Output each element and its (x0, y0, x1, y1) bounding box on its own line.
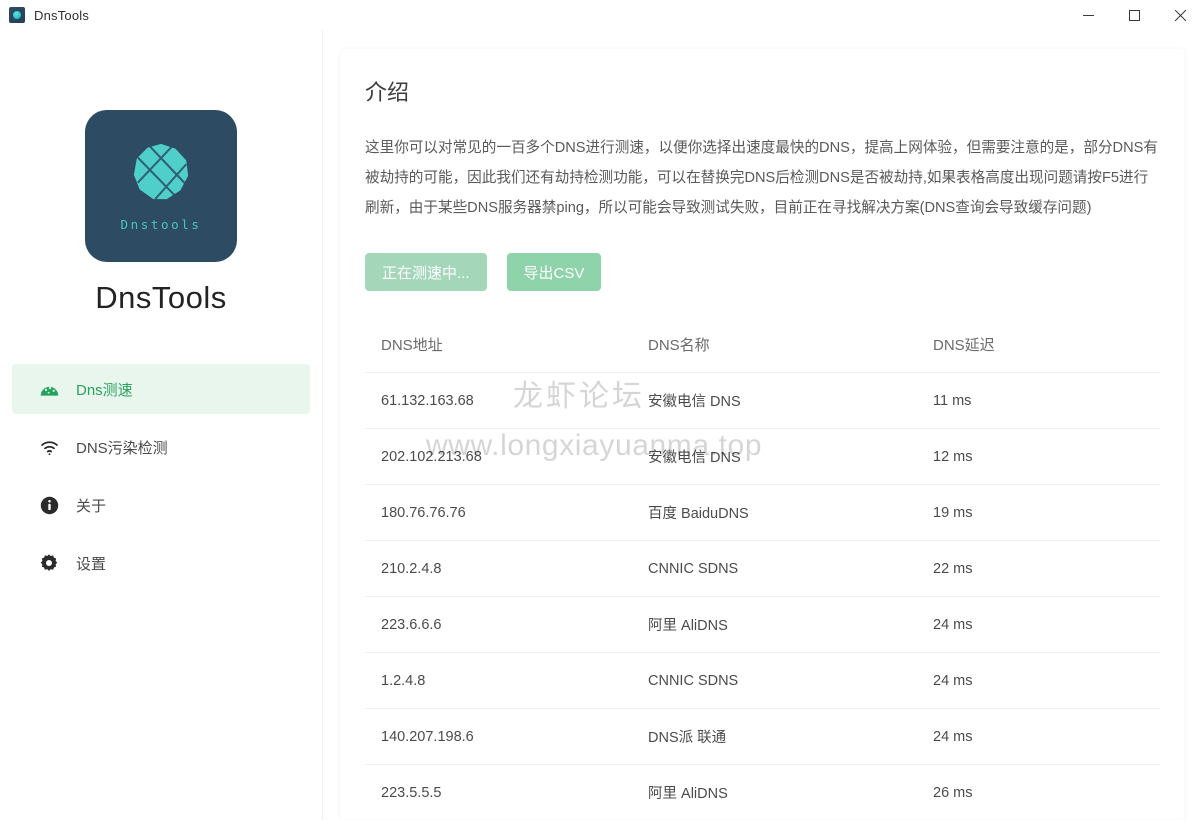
export-csv-button[interactable]: 导出CSV (506, 253, 602, 291)
table-row[interactable]: 202.102.213.68 安徽电信 DNS 12 ms (365, 429, 1160, 485)
cell-name: 百度 BaiduDNS (648, 506, 749, 522)
cell-address: 223.5.5.5 (381, 784, 442, 801)
brand-name: DnsTools (95, 280, 227, 315)
cell-latency: 22 ms (933, 560, 973, 577)
window-title: DnsTools (34, 7, 90, 23)
brand-block: Dnstools DnsTools (0, 110, 322, 316)
table-row[interactable]: 140.207.198.6 DNS派 联通 24 ms (365, 709, 1160, 765)
cell-name: 安徽电信 DNS (648, 394, 741, 410)
cell-name: 安徽电信 DNS (648, 450, 741, 466)
cell-name: DNS派 联通 (648, 730, 727, 746)
speedtest-status-button[interactable]: 正在测速中... (365, 253, 487, 291)
logo-caption: Dnstools (120, 216, 202, 232)
close-icon[interactable] (1157, 0, 1203, 30)
minimize-icon[interactable] (1065, 0, 1111, 30)
dns-results-table: DNS地址 DNS名称 DNS延迟 61.132.163.68 安徽电信 DNS… (365, 317, 1160, 820)
gear-icon (38, 552, 60, 574)
cell-address: 1.2.4.8 (381, 672, 426, 689)
cell-latency: 24 ms (933, 672, 973, 689)
cell-address: 61.132.163.68 (381, 392, 474, 409)
cell-latency: 12 ms (933, 448, 973, 465)
cell-name: 阿里 AliDNS (648, 618, 728, 634)
main-content: 介绍 这里你可以对常见的一百多个DNS进行测速，以便你选择出速度最快的DNS，提… (323, 30, 1203, 820)
cell-address: 140.207.198.6 (381, 728, 474, 745)
sidebar-item-dns-pollution-check[interactable]: DNS污染检测 (12, 422, 310, 472)
sidebar-item-label: 关于 (76, 497, 107, 515)
info-icon (38, 494, 60, 516)
action-button-row: 正在测速中... 导出CSV (365, 253, 1160, 291)
cell-latency: 24 ms (933, 616, 973, 633)
table-row[interactable]: 223.5.5.5 阿里 AliDNS 26 ms (365, 765, 1160, 820)
app-logo-icon (9, 7, 25, 23)
dns-globe-icon (133, 143, 189, 200)
speedometer-icon (38, 378, 60, 400)
sidebar-item-label: 设置 (76, 555, 107, 573)
table-row[interactable]: 61.132.163.68 安徽电信 DNS 11 ms (365, 373, 1160, 429)
cell-name: 阿里 AliDNS (648, 786, 728, 802)
app-logo-large: Dnstools (85, 110, 237, 262)
app-shell: Dnstools DnsTools Dns测速 DNS污染检测 关于 设置 介绍… (0, 30, 1203, 820)
cell-latency: 26 ms (933, 784, 973, 801)
wifi-icon (38, 436, 60, 458)
title-bar: DnsTools (0, 0, 1203, 30)
cell-latency: 24 ms (933, 728, 973, 745)
sidebar: Dnstools DnsTools Dns测速 DNS污染检测 关于 设置 (0, 30, 323, 820)
cell-latency: 19 ms (933, 504, 973, 521)
cell-name: CNNIC SDNS (648, 672, 739, 689)
maximize-icon[interactable] (1111, 0, 1157, 30)
page-title: 介绍 (365, 80, 410, 105)
intro-paragraph: 这里你可以对常见的一百多个DNS进行测速，以便你选择出速度最快的DNS，提高上网… (365, 140, 1158, 216)
cell-address: 223.6.6.6 (381, 616, 442, 633)
sidebar-item-about[interactable]: 关于 (12, 480, 310, 530)
sidebar-item-label: Dns测速 (76, 381, 133, 399)
cell-address: 210.2.4.8 (381, 560, 442, 577)
column-header-latency: DNS延迟 (933, 337, 995, 354)
table-row[interactable]: 180.76.76.76 百度 BaiduDNS 19 ms (365, 485, 1160, 541)
table-row[interactable]: 210.2.4.8 CNNIC SDNS 22 ms (365, 541, 1160, 597)
table-row[interactable]: 223.6.6.6 阿里 AliDNS 24 ms (365, 597, 1160, 653)
cell-name: CNNIC SDNS (648, 560, 739, 577)
sidebar-item-settings[interactable]: 设置 (12, 538, 310, 588)
window-controls (1065, 0, 1203, 30)
content-card: 介绍 这里你可以对常见的一百多个DNS进行测速，以便你选择出速度最快的DNS，提… (340, 48, 1185, 820)
cell-latency: 11 ms (933, 392, 972, 409)
sidebar-nav: Dns测速 DNS污染检测 关于 设置 (0, 364, 322, 596)
table-header-row: DNS地址 DNS名称 DNS延迟 (365, 317, 1160, 373)
cell-address: 180.76.76.76 (381, 504, 466, 521)
column-header-name: DNS名称 (648, 337, 710, 354)
table-row[interactable]: 1.2.4.8 CNNIC SDNS 24 ms (365, 653, 1160, 709)
cell-address: 202.102.213.68 (381, 448, 482, 465)
sidebar-item-dns-speedtest[interactable]: Dns测速 (12, 364, 310, 414)
sidebar-item-label: DNS污染检测 (76, 439, 168, 457)
column-header-address: DNS地址 (381, 337, 443, 354)
